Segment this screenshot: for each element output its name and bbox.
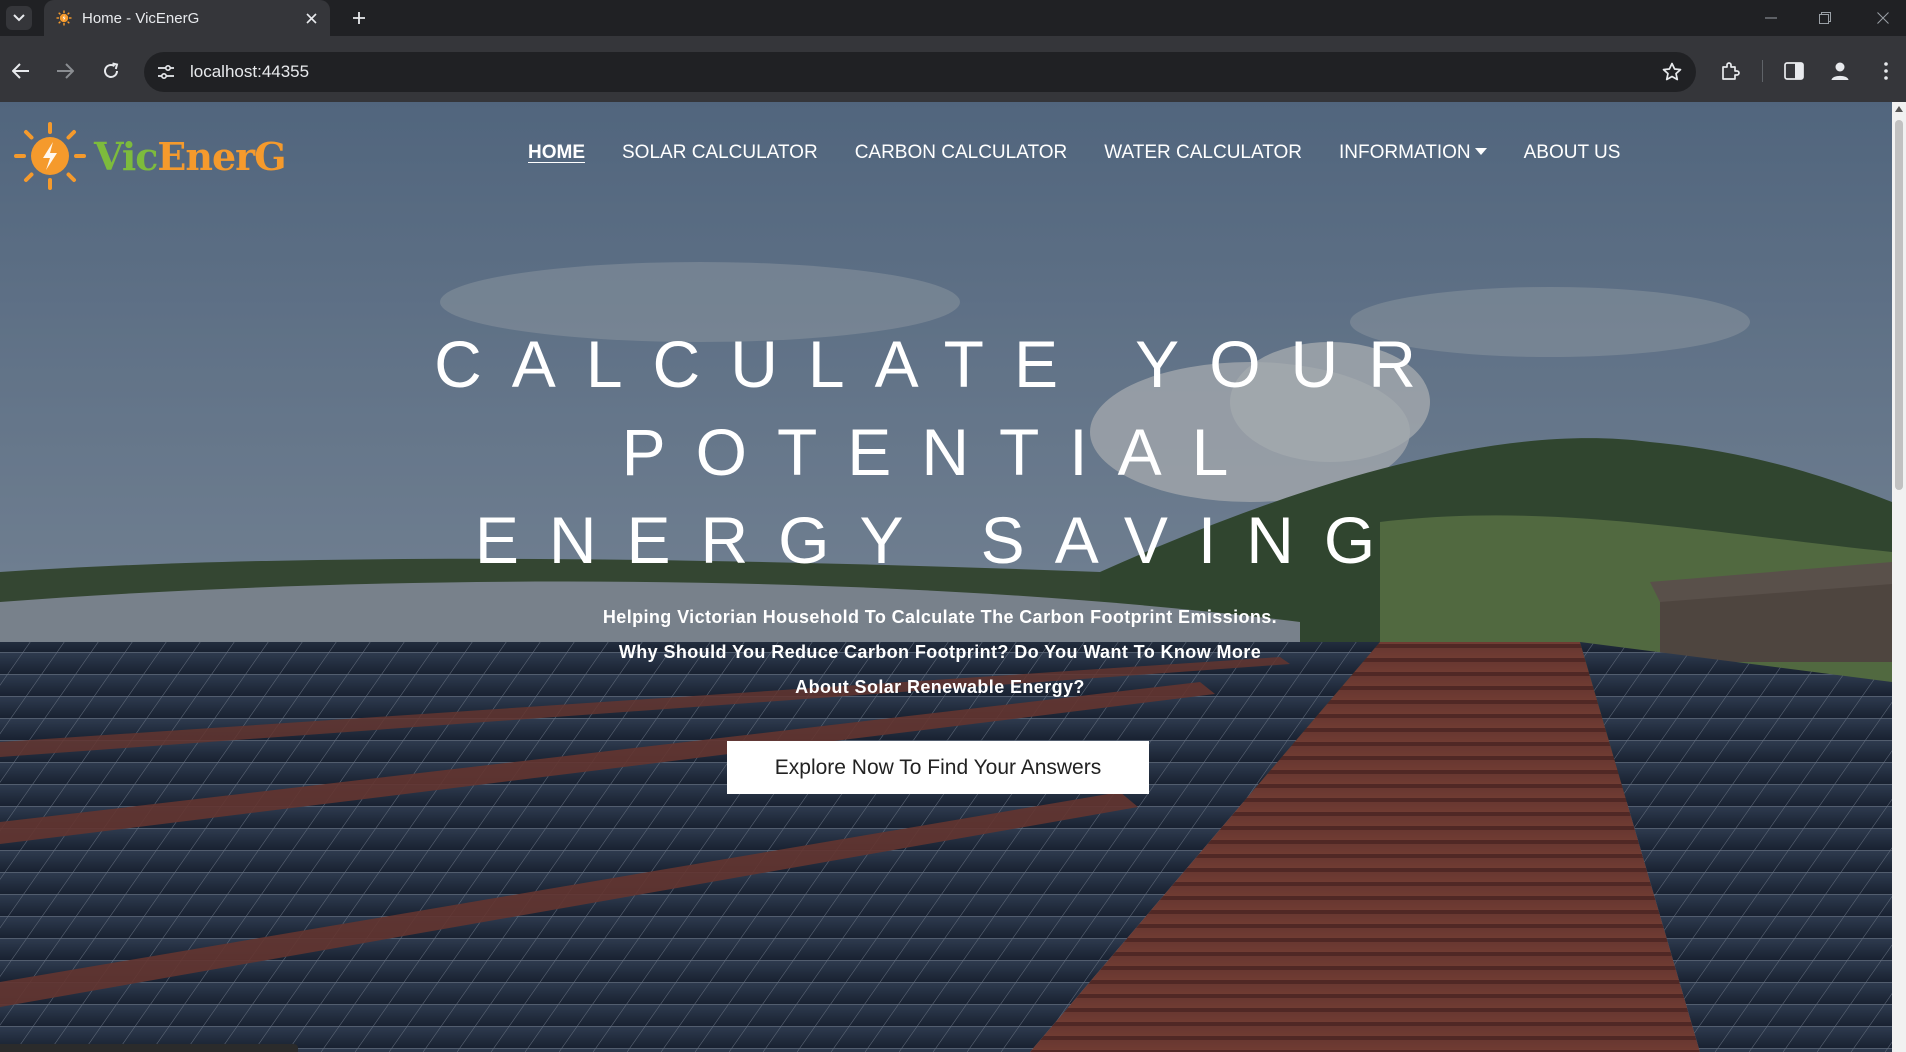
sun-bolt-favicon-icon <box>56 10 72 26</box>
tab-list-button[interactable] <box>6 6 32 30</box>
site-info-button[interactable] <box>154 60 178 84</box>
hero-headline-line-3: ENERGY SAVING <box>474 503 1406 577</box>
hero-headline-line-1: CALCULATE YOUR <box>434 327 1446 401</box>
extensions-button[interactable] <box>1714 55 1746 87</box>
page-scrollbar[interactable] <box>1892 102 1906 1052</box>
main-nav: HOME SOLAR CALCULATOR CARBON CALCULATOR … <box>528 142 1657 164</box>
scrollbar-thumb[interactable] <box>1895 120 1903 490</box>
side-panel-icon <box>1784 62 1804 80</box>
nav-link-information-label: INFORMATION <box>1339 142 1471 163</box>
reload-button[interactable] <box>96 56 126 86</box>
star-icon <box>1662 62 1682 81</box>
page-viewport: VicEnerG HOME SOLAR CALCULATOR CARBON CA… <box>0 102 1892 1052</box>
site-info-icon <box>158 64 174 80</box>
toolbar-separator <box>1762 60 1763 82</box>
minimize-button[interactable] <box>1748 0 1794 36</box>
extensions-icon <box>1722 62 1740 80</box>
new-tab-button[interactable] <box>346 6 372 30</box>
nav-link-about-us[interactable]: ABOUT US <box>1524 142 1621 164</box>
close-tab-button[interactable] <box>302 9 320 27</box>
nav-link-solar-calculator[interactable]: SOLAR CALCULATOR <box>622 142 818 164</box>
status-bubble <box>0 1044 298 1052</box>
explore-now-button[interactable]: Explore Now To Find Your Answers <box>727 741 1149 794</box>
close-icon <box>305 12 317 24</box>
site-logo-text: VicEnerG <box>94 133 287 179</box>
chevron-down-icon <box>13 14 25 22</box>
back-button[interactable] <box>6 56 36 86</box>
sun-bolt-logo-icon <box>14 122 86 190</box>
more-icon <box>1884 62 1888 80</box>
nav-link-home[interactable]: HOME <box>528 142 585 164</box>
hero-headline: CALCULATE YOUR POTENTIAL ENERGY SAVING <box>0 320 1880 584</box>
forward-button[interactable] <box>50 56 80 86</box>
address-bar[interactable]: localhost:44355 <box>144 52 1696 92</box>
close-icon <box>1877 12 1889 24</box>
plus-icon <box>353 12 365 24</box>
restore-button[interactable] <box>1802 0 1848 36</box>
hero-section: VicEnerG HOME SOLAR CALCULATOR CARBON CA… <box>0 102 1892 1052</box>
nav-link-carbon-calculator[interactable]: CARBON CALCULATOR <box>855 142 1068 164</box>
scroll-up-arrow-icon[interactable] <box>1895 106 1903 112</box>
url-text[interactable]: localhost:44355 <box>190 62 309 82</box>
profile-icon <box>1831 62 1849 80</box>
forward-icon <box>57 63 74 79</box>
minimize-icon <box>1765 17 1777 19</box>
more-menu-button[interactable] <box>1870 55 1902 87</box>
bookmark-button[interactable] <box>1660 60 1684 84</box>
browser-tab-home[interactable]: Home - VicEnerG <box>44 0 330 36</box>
restore-icon <box>1819 12 1831 24</box>
reload-icon <box>104 62 119 78</box>
back-icon <box>12 63 29 79</box>
site-logo[interactable]: VicEnerG <box>12 120 287 192</box>
nav-dropdown-information[interactable]: INFORMATION <box>1339 142 1487 164</box>
tab-title: Home - VicEnerG <box>82 9 200 27</box>
logo-text-vic: Vic <box>94 133 158 179</box>
hero-headline-line-2: POTENTIAL <box>621 415 1259 489</box>
close-window-button[interactable] <box>1860 0 1906 36</box>
hero-subtext: Helping Victorian Household To Calculate… <box>602 607 1278 697</box>
side-panel-button[interactable] <box>1778 55 1810 87</box>
logo-text-energ: EnerG <box>157 133 286 179</box>
nav-link-water-calculator[interactable]: WATER CALCULATOR <box>1104 142 1302 164</box>
caret-down-icon <box>1474 148 1487 155</box>
profile-button[interactable] <box>1824 55 1856 87</box>
browser-tabbar: Home - VicEnerG <box>0 0 1906 36</box>
